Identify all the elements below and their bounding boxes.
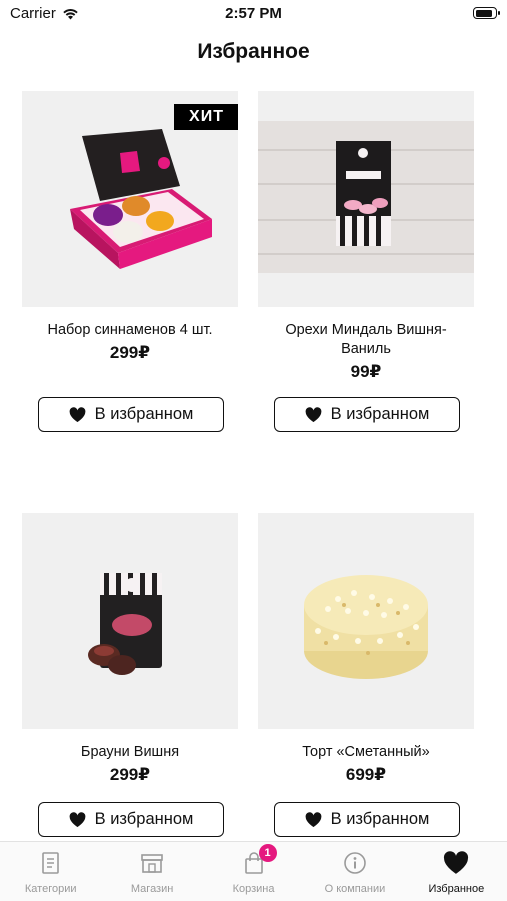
product-price: 299₽ bbox=[109, 343, 151, 362]
favorite-button[interactable]: В избранном bbox=[274, 802, 460, 837]
tab-label: Категории bbox=[24, 883, 77, 895]
favorite-button-label: В избранном bbox=[330, 810, 430, 828]
product-image[interactable]: ХИТ bbox=[22, 91, 238, 307]
product-card[interactable]: Брауни Вишня 299₽ В избранном bbox=[22, 513, 238, 837]
info-icon bbox=[342, 850, 368, 876]
favorite-button[interactable]: В избранном bbox=[274, 397, 460, 432]
battery-icon bbox=[473, 7, 500, 19]
favorite-button-label: В избранном bbox=[94, 810, 194, 828]
product-name[interactable]: Брауни Вишня bbox=[22, 743, 238, 762]
tab-about[interactable]: О компании bbox=[304, 842, 405, 901]
tab-label: О компании bbox=[324, 883, 386, 895]
status-bar: Carrier 2:57 PM bbox=[0, 0, 507, 28]
page-title: Избранное bbox=[197, 40, 310, 63]
heart-icon bbox=[443, 850, 469, 876]
favorite-button[interactable]: В избранном bbox=[38, 397, 224, 432]
cart-badge: 1 bbox=[258, 844, 277, 862]
almond-bag-image bbox=[258, 121, 474, 273]
product-card[interactable]: Торт «Сметанный» 699₽ В избранном bbox=[258, 513, 474, 837]
product-image[interactable] bbox=[258, 513, 474, 729]
product-price: 299₽ bbox=[109, 765, 151, 784]
clock: 2:57 PM bbox=[225, 5, 282, 22]
tab-cart[interactable]: 1 Корзина bbox=[203, 842, 304, 901]
tab-categories[interactable]: Категории bbox=[0, 842, 101, 901]
product-name[interactable]: Торт «Сметанный» bbox=[258, 743, 474, 762]
store-icon bbox=[139, 850, 165, 876]
tab-bar: Категории Магазин 1 Корзина О компании И… bbox=[0, 841, 507, 901]
heart-filled-icon bbox=[305, 811, 322, 827]
hit-badge: ХИТ bbox=[174, 104, 238, 130]
product-image[interactable] bbox=[22, 513, 238, 729]
product-name[interactable]: Набор синнаменов 4 шт. bbox=[22, 321, 238, 340]
product-card[interactable]: ХИТ Набор синнаменов 4 шт. 299₽ В избран… bbox=[22, 91, 238, 432]
product-price: 99₽ bbox=[350, 362, 382, 381]
tab-favorites[interactable]: Избранное bbox=[406, 842, 507, 901]
tab-label: Избранное bbox=[428, 883, 485, 895]
brownie-bag-image bbox=[88, 573, 162, 675]
cake-image bbox=[304, 575, 428, 679]
catalog-icon bbox=[38, 850, 64, 876]
tab-label: Магазин bbox=[130, 883, 174, 895]
favorite-button-label: В избранном bbox=[94, 405, 194, 423]
heart-filled-icon bbox=[69, 406, 86, 422]
product-price: 699₽ bbox=[345, 765, 387, 784]
favorite-button-label: В избранном bbox=[330, 405, 430, 423]
cart-icon: 1 bbox=[241, 844, 277, 876]
battery-level bbox=[475, 9, 492, 17]
tab-store[interactable]: Магазин bbox=[101, 842, 202, 901]
favorite-button[interactable]: В избранном bbox=[38, 802, 224, 837]
product-name[interactable]: Орехи Миндаль Вишня-Ваниль bbox=[258, 321, 474, 359]
tab-label: Корзина bbox=[232, 883, 275, 895]
product-card[interactable]: Орехи Миндаль Вишня-Ваниль 99₽ В избранн… bbox=[258, 91, 474, 432]
product-image[interactable] bbox=[258, 91, 474, 307]
heart-filled-icon bbox=[69, 811, 86, 827]
heart-filled-icon bbox=[305, 406, 322, 422]
